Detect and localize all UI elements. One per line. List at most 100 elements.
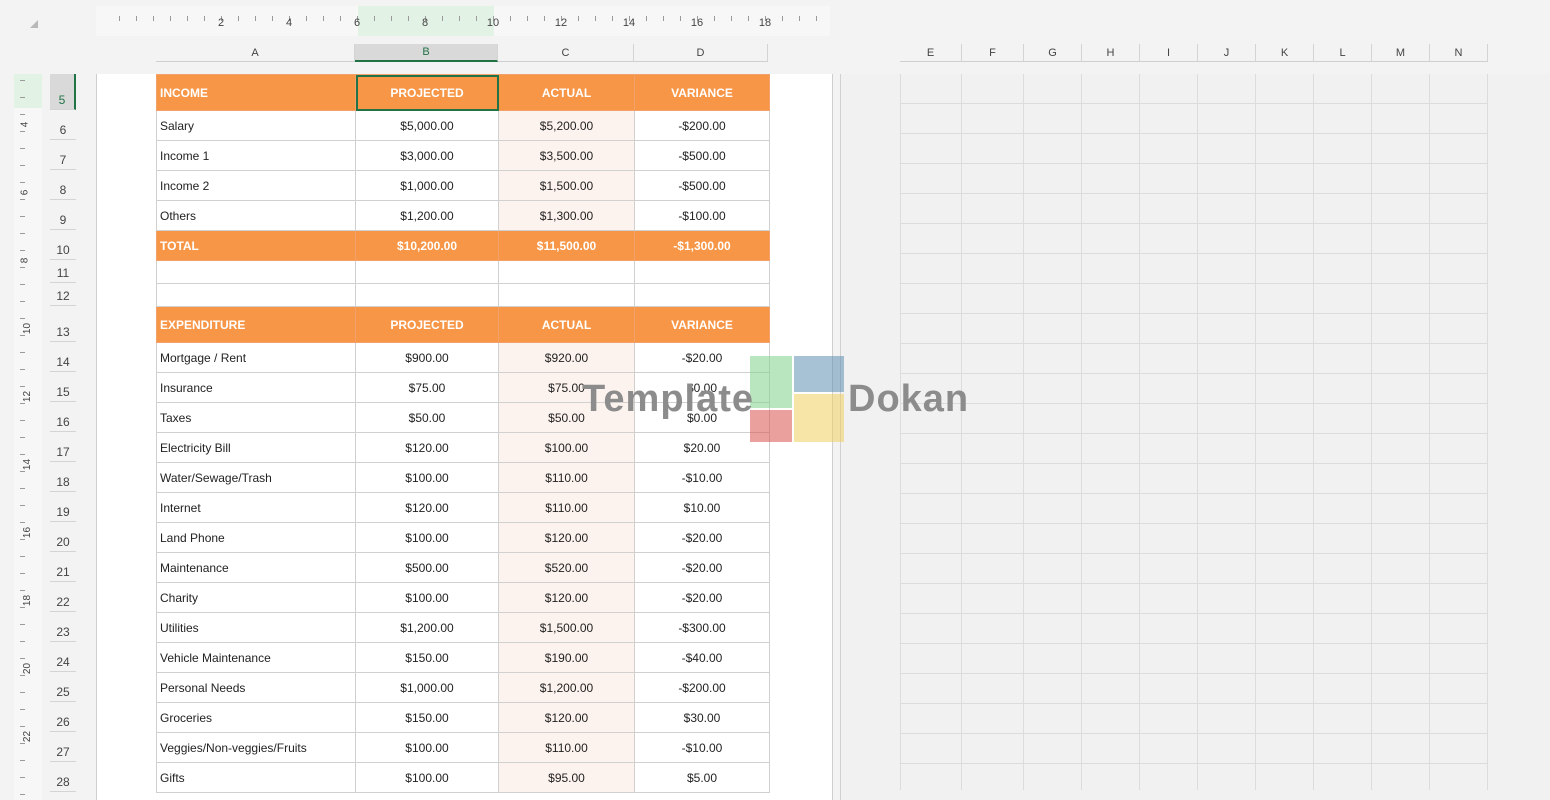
- actual-header[interactable]: ACTUAL: [498, 306, 635, 343]
- empty-cell[interactable]: [634, 260, 770, 284]
- select-all-corner[interactable]: [0, 0, 96, 62]
- category-cell[interactable]: Veggies/Non-veggies/Fruits: [156, 732, 356, 763]
- total-projected[interactable]: $10,200.00: [355, 230, 499, 261]
- category-cell[interactable]: Vehicle Maintenance: [156, 642, 356, 673]
- row-header-28[interactable]: 28: [50, 762, 76, 792]
- variance-cell[interactable]: -$20.00: [634, 342, 770, 373]
- row-header-16[interactable]: 16: [50, 402, 76, 432]
- actual-header[interactable]: ACTUAL: [498, 74, 635, 111]
- category-cell[interactable]: Personal Needs: [156, 672, 356, 703]
- variance-cell[interactable]: $30.00: [634, 702, 770, 733]
- category-cell[interactable]: Groceries: [156, 702, 356, 733]
- projected-cell[interactable]: $3,000.00: [355, 140, 499, 171]
- column-header-l[interactable]: L: [1314, 44, 1372, 62]
- row-header-13[interactable]: 13: [50, 306, 76, 342]
- variance-cell[interactable]: -$500.00: [634, 140, 770, 171]
- row-header-5[interactable]: 5: [50, 74, 76, 110]
- row-header-11[interactable]: 11: [50, 260, 76, 283]
- actual-cell[interactable]: $110.00: [498, 732, 635, 763]
- column-header-e[interactable]: E: [900, 44, 962, 62]
- actual-cell[interactable]: $75.00: [498, 372, 635, 403]
- actual-cell[interactable]: $110.00: [498, 492, 635, 523]
- empty-cell[interactable]: [355, 260, 499, 284]
- variance-cell[interactable]: -$20.00: [634, 522, 770, 553]
- row-header-18[interactable]: 18: [50, 462, 76, 492]
- projected-cell[interactable]: $1,200.00: [355, 200, 499, 231]
- row-header-7[interactable]: 7: [50, 140, 76, 170]
- projected-cell[interactable]: $900.00: [355, 342, 499, 373]
- column-header-h[interactable]: H: [1082, 44, 1140, 62]
- category-cell[interactable]: Water/Sewage/Trash: [156, 462, 356, 493]
- variance-cell[interactable]: -$20.00: [634, 552, 770, 583]
- variance-header[interactable]: VARIANCE: [634, 74, 770, 111]
- row-header-20[interactable]: 20: [50, 522, 76, 552]
- projected-cell[interactable]: $50.00: [355, 402, 499, 433]
- total-actual[interactable]: $11,500.00: [498, 230, 635, 261]
- projected-cell[interactable]: $150.00: [355, 702, 499, 733]
- variance-cell[interactable]: $20.00: [634, 432, 770, 463]
- total-label[interactable]: TOTAL: [156, 230, 356, 261]
- variance-cell[interactable]: -$100.00: [634, 200, 770, 231]
- column-header-g[interactable]: G: [1024, 44, 1082, 62]
- category-cell[interactable]: Land Phone: [156, 522, 356, 553]
- actual-cell[interactable]: $920.00: [498, 342, 635, 373]
- category-cell[interactable]: Utilities: [156, 612, 356, 643]
- column-header-n[interactable]: N: [1430, 44, 1488, 62]
- projected-cell[interactable]: $1,000.00: [355, 672, 499, 703]
- row-header-27[interactable]: 27: [50, 732, 76, 762]
- row-header-23[interactable]: 23: [50, 612, 76, 642]
- actual-cell[interactable]: $50.00: [498, 402, 635, 433]
- actual-cell[interactable]: $1,500.00: [498, 170, 635, 201]
- actual-cell[interactable]: $100.00: [498, 432, 635, 463]
- empty-cell[interactable]: [156, 283, 356, 307]
- row-header-6[interactable]: 6: [50, 110, 76, 140]
- actual-cell[interactable]: $120.00: [498, 702, 635, 733]
- empty-cell[interactable]: [156, 260, 356, 284]
- variance-cell[interactable]: -$20.00: [634, 582, 770, 613]
- column-header-i[interactable]: I: [1140, 44, 1198, 62]
- variance-cell[interactable]: -$500.00: [634, 170, 770, 201]
- category-cell[interactable]: Income 1: [156, 140, 356, 171]
- category-cell[interactable]: Electricity Bill: [156, 432, 356, 463]
- category-cell[interactable]: Insurance: [156, 372, 356, 403]
- category-cell[interactable]: Income 2: [156, 170, 356, 201]
- variance-cell[interactable]: $0.00: [634, 372, 770, 403]
- variance-header[interactable]: VARIANCE: [634, 306, 770, 343]
- row-header-9[interactable]: 9: [50, 200, 76, 230]
- row-header-26[interactable]: 26: [50, 702, 76, 732]
- actual-cell[interactable]: $120.00: [498, 522, 635, 553]
- actual-cell[interactable]: $3,500.00: [498, 140, 635, 171]
- column-header-k[interactable]: K: [1256, 44, 1314, 62]
- category-cell[interactable]: Charity: [156, 582, 356, 613]
- expenditure-header[interactable]: EXPENDITURE: [156, 306, 356, 343]
- projected-cell[interactable]: $500.00: [355, 552, 499, 583]
- empty-cell[interactable]: [498, 283, 635, 307]
- actual-cell[interactable]: $1,300.00: [498, 200, 635, 231]
- projected-cell[interactable]: $100.00: [355, 462, 499, 493]
- empty-grid-area[interactable]: [900, 74, 1488, 790]
- actual-cell[interactable]: $190.00: [498, 642, 635, 673]
- variance-cell[interactable]: -$200.00: [634, 672, 770, 703]
- column-header-f[interactable]: F: [962, 44, 1024, 62]
- income-header[interactable]: INCOME: [156, 74, 356, 111]
- category-cell[interactable]: Others: [156, 200, 356, 231]
- column-header-d[interactable]: D: [634, 44, 768, 62]
- actual-cell[interactable]: $1,500.00: [498, 612, 635, 643]
- column-header-m[interactable]: M: [1372, 44, 1430, 62]
- variance-cell[interactable]: -$10.00: [634, 462, 770, 493]
- projected-header[interactable]: PROJECTED: [355, 306, 499, 343]
- row-header-19[interactable]: 19: [50, 492, 76, 522]
- category-cell[interactable]: Maintenance: [156, 552, 356, 583]
- row-header-17[interactable]: 17: [50, 432, 76, 462]
- projected-cell[interactable]: $120.00: [355, 432, 499, 463]
- row-header-21[interactable]: 21: [50, 552, 76, 582]
- projected-cell[interactable]: $1,000.00: [355, 170, 499, 201]
- row-header-15[interactable]: 15: [50, 372, 76, 402]
- empty-cell[interactable]: [498, 260, 635, 284]
- row-header-8[interactable]: 8: [50, 170, 76, 200]
- projected-cell[interactable]: $5,000.00: [355, 110, 499, 141]
- empty-cell[interactable]: [634, 283, 770, 307]
- projected-cell[interactable]: $1,200.00: [355, 612, 499, 643]
- row-header-10[interactable]: 10: [50, 230, 76, 260]
- projected-cell[interactable]: $100.00: [355, 732, 499, 763]
